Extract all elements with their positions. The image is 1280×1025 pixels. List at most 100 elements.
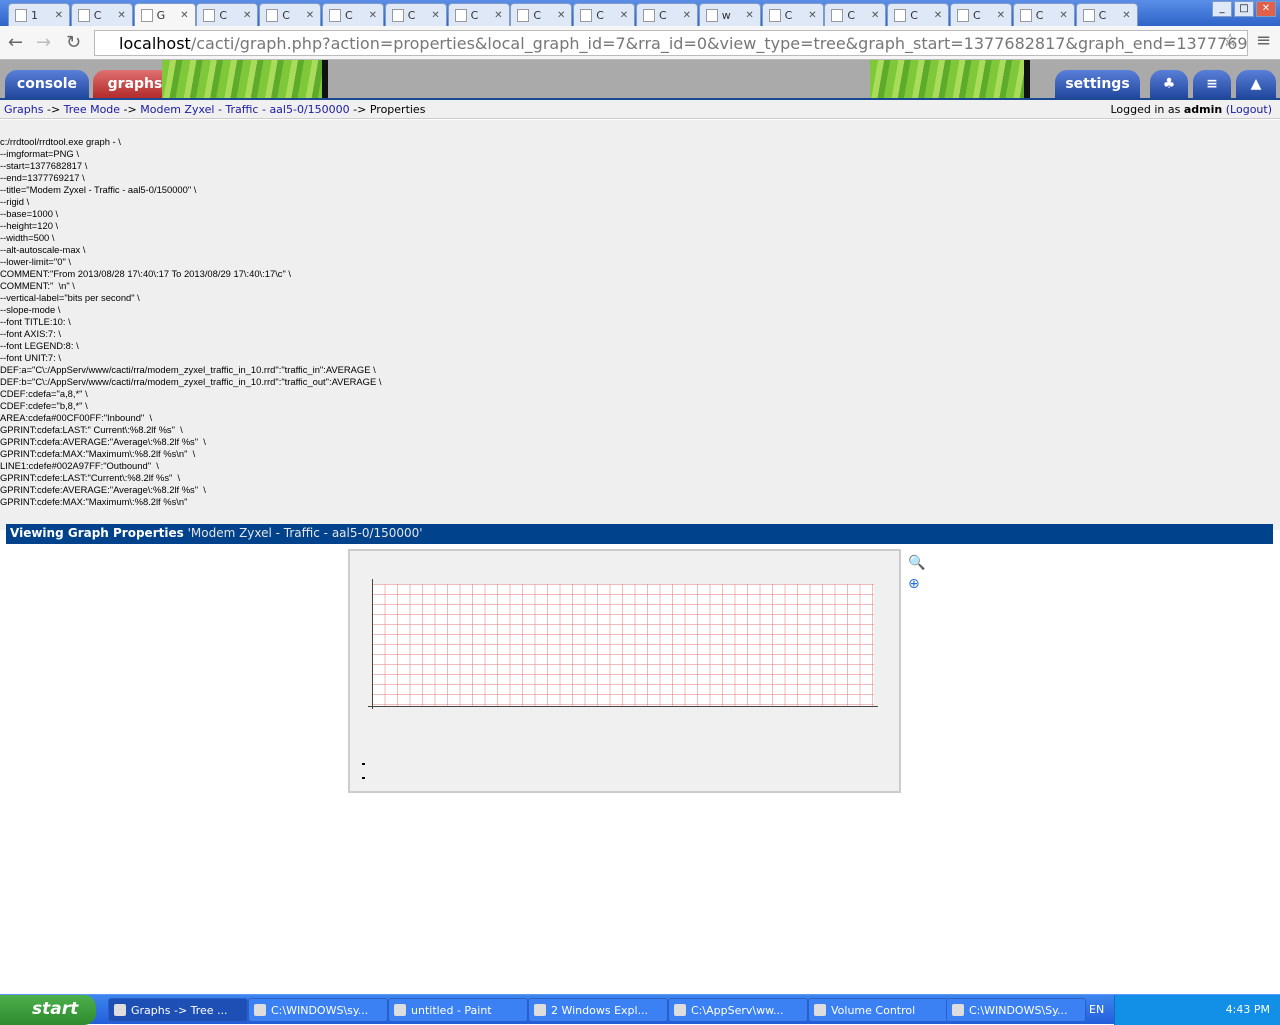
list-view-icon[interactable]: ≡ — [1193, 70, 1231, 98]
command-line: GPRINT:cdefa:LAST:" Current\:%8.2lf %s" … — [0, 424, 183, 435]
close-tab-icon[interactable]: ✕ — [243, 10, 251, 21]
tab-title: C — [1035, 8, 1044, 22]
export-icon[interactable]: ⊕ — [908, 576, 924, 592]
taskbar-item[interactable]: Volume Control — [808, 998, 948, 1022]
browser-tab[interactable]: C ✕ — [510, 3, 573, 26]
browser-tab[interactable]: C ✕ — [950, 3, 1012, 26]
browser-tab[interactable]: C ✕ — [761, 3, 824, 26]
reload-icon[interactable]: ↻ — [66, 32, 81, 53]
browser-tab[interactable]: C ✕ — [259, 3, 322, 26]
command-line: --width=500 \ — [0, 232, 55, 243]
close-tab-icon[interactable]: ✕ — [55, 10, 63, 21]
start-button[interactable]: start — [0, 995, 96, 1025]
minimize-button[interactable]: _ — [1212, 1, 1232, 17]
command-line: --title="Modem Zyxel - Traffic - aal5-0/… — [0, 184, 197, 195]
browser-tab[interactable]: C ✕ — [384, 3, 447, 26]
zoom-icon[interactable]: 🔍 — [908, 555, 925, 571]
browser-tab[interactable]: w ✕ — [698, 3, 761, 26]
google-icon — [705, 8, 718, 22]
rrdtool-command: c:/rrdtool/rrdtool.exe graph - \ --imgfor… — [0, 136, 381, 508]
close-tab-icon[interactable]: ✕ — [1122, 10, 1130, 21]
menu-icon[interactable]: ≡ — [1256, 30, 1271, 51]
taskbar-item[interactable]: C:\WINDOWS\Sy... — [946, 998, 1086, 1022]
close-tab-icon[interactable]: ✕ — [1059, 10, 1067, 21]
forward-icon[interactable]: → — [36, 32, 51, 53]
browser-tab-bar: 1 ✕ C ✕ G ✕ C ✕ C ✕ C ✕ C ✕ C ✕ C ✕ C ✕ C ✕ w ✕ C ✕ C ✕ C ✕ C ✕ C ✕ C ✕ — [0, 0, 1280, 26]
browser-tab[interactable]: C ✕ — [1012, 3, 1075, 26]
url-host: localhost — [119, 34, 191, 53]
page-icon — [266, 8, 279, 22]
tree-view-icon[interactable]: ♣ — [1150, 70, 1188, 98]
cmd-icon — [952, 1004, 964, 1016]
page-icon — [643, 8, 655, 22]
browser-tab[interactable]: C ✕ — [1075, 3, 1138, 26]
close-tab-icon[interactable]: ✕ — [620, 10, 628, 21]
command-line: CDEF:cdefe="b,8,*" \ — [0, 400, 88, 411]
legend-dot — [362, 763, 365, 765]
browser-tab[interactable]: C ✕ — [636, 3, 698, 26]
taskbar-item[interactable]: 2 Windows Expl... — [528, 998, 668, 1022]
taskbar-item[interactable]: C:\WINDOWS\sy... — [248, 998, 388, 1022]
tab-title: C — [847, 8, 856, 22]
taskbar: start Graphs -> Tree ... C:\WINDOWS\sy...… — [0, 994, 1280, 1025]
page-icon — [454, 8, 467, 22]
page-icon — [580, 8, 593, 22]
taskbar-item-label: C:\AppServ\ww... — [691, 1004, 784, 1017]
browser-tab[interactable]: C ✕ — [887, 3, 950, 26]
browser-tab[interactable]: C ✕ — [824, 3, 887, 26]
username: admin — [1183, 103, 1223, 116]
console-tab[interactable]: console — [5, 70, 89, 98]
close-tab-icon[interactable]: ✕ — [431, 10, 439, 21]
close-tab-icon[interactable]: ✕ — [997, 10, 1005, 21]
close-tab-icon[interactable]: ✕ — [306, 10, 314, 21]
browser-tab[interactable]: C ✕ — [70, 3, 133, 26]
command-line: DEF:b="C\:/AppServ/www/cacti/rra/modem_z… — [0, 376, 382, 387]
tab-title: C — [659, 8, 667, 22]
preview-view-icon[interactable]: ▲ — [1236, 70, 1276, 98]
browser-tab[interactable]: C ✕ — [322, 3, 384, 26]
close-tab-icon[interactable]: ✕ — [180, 10, 188, 21]
taskbar-item[interactable]: untitled - Paint — [388, 998, 528, 1022]
command-line: GPRINT:cdefa:AVERAGE:"Average\:%8.2lf %s… — [0, 436, 206, 447]
command-line: GPRINT:cdefe:LAST:"Current\:%8.2lf %s" \ — [0, 472, 181, 483]
command-line: COMMENT:" \n" \ — [0, 280, 75, 291]
browser-tab[interactable]: C ✕ — [573, 3, 636, 26]
taskbar-item[interactable]: Graphs -> Tree ... — [108, 998, 248, 1022]
breadcrumb-graph[interactable]: Modem Zyxel - Traffic - aal5-0/150000 — [140, 103, 349, 116]
breadcrumb-graphs[interactable]: Graphs — [4, 103, 43, 116]
tab-title: C — [533, 8, 542, 22]
page-icon — [831, 8, 844, 22]
close-tab-icon[interactable]: ✕ — [494, 10, 502, 21]
star-icon[interactable]: ☆ — [1222, 30, 1238, 51]
close-tab-icon[interactable]: ✕ — [369, 10, 377, 21]
taskbar-item-label: untitled - Paint — [411, 1004, 492, 1017]
url-input[interactable]: localhost/cacti/graph.php?action=propert… — [94, 30, 1248, 56]
graph-image[interactable] — [348, 549, 901, 793]
close-tab-icon[interactable]: ✕ — [808, 10, 816, 21]
close-tab-icon[interactable]: ✕ — [117, 10, 125, 21]
settings-tab[interactable]: settings — [1055, 70, 1140, 98]
close-tab-icon[interactable]: ✕ — [934, 10, 942, 21]
browser-tab[interactable]: G ✕ — [133, 3, 196, 26]
breadcrumb-tree-mode[interactable]: Tree Mode — [64, 103, 120, 116]
paint-icon — [394, 1004, 406, 1016]
browser-tab[interactable]: C ✕ — [447, 3, 510, 26]
browser-tab[interactable]: 1 ✕ — [8, 3, 70, 26]
taskbar-item[interactable]: C:\AppServ\ww... — [668, 998, 808, 1022]
close-button[interactable]: ✕ — [1256, 1, 1276, 17]
command-area: c:/rrdtool/rrdtool.exe graph - \ --imgfor… — [0, 120, 1280, 530]
close-tab-icon[interactable]: ✕ — [871, 10, 879, 21]
y-axis — [372, 579, 373, 709]
close-tab-icon[interactable]: ✕ — [745, 10, 753, 21]
close-tab-icon[interactable]: ✕ — [683, 10, 691, 21]
taskbar-item-label: Graphs -> Tree ... — [131, 1004, 228, 1017]
address-bar-row: ← → ↻ localhost/cacti/graph.php?action=p… — [0, 26, 1280, 60]
back-icon[interactable]: ← — [8, 32, 23, 53]
browser-tab[interactable]: C ✕ — [196, 3, 259, 26]
logout-link[interactable]: (Logout) — [1226, 103, 1272, 116]
language-indicator[interactable]: EN — [1089, 1003, 1104, 1016]
close-tab-icon[interactable]: ✕ — [557, 10, 565, 21]
maximize-button[interactable]: □ — [1234, 1, 1254, 17]
command-line: --start=1377682817 \ — [0, 160, 88, 171]
tab-title: C — [784, 8, 793, 22]
